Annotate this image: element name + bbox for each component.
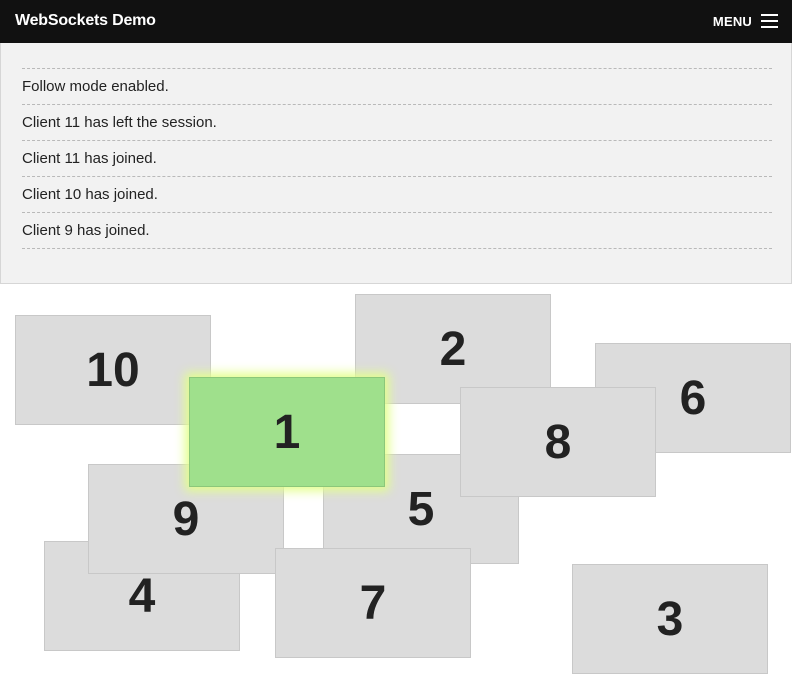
log-entry: Follow mode enabled.	[22, 69, 772, 105]
client-card-8[interactable]: 8	[460, 387, 656, 497]
client-card-3[interactable]: 3	[572, 564, 768, 674]
app-title: WebSockets Demo	[15, 12, 156, 29]
client-number: 1	[273, 405, 301, 459]
client-number: 3	[656, 592, 684, 646]
event-log-panel: Follow mode enabled. Client 11 has left …	[0, 43, 792, 284]
client-number: 10	[86, 343, 140, 397]
client-number: 2	[439, 322, 467, 376]
client-card-7[interactable]: 7	[275, 548, 471, 658]
top-bar: WebSockets Demo MENU	[0, 0, 792, 43]
client-number: 8	[544, 415, 572, 469]
client-number: 4	[128, 569, 156, 623]
log-entry: Client 11 has joined.	[22, 141, 772, 177]
client-number: 9	[172, 492, 200, 546]
client-number: 6	[679, 371, 707, 425]
log-entry: Client 9 has joined.	[22, 213, 772, 249]
menu-button[interactable]: MENU	[713, 11, 778, 31]
menu-label: MENU	[712, 13, 752, 29]
log-entry: Client 11 has left the session.	[22, 105, 772, 141]
client-stage: 10 2 6 5 8 4 9 1 7 3	[0, 284, 792, 681]
client-number: 7	[359, 576, 387, 630]
event-log-list: Follow mode enabled. Client 11 has left …	[22, 68, 772, 249]
client-card-10[interactable]: 10	[15, 315, 211, 425]
client-number: 5	[407, 482, 435, 536]
hamburger-icon	[761, 14, 778, 28]
log-entry: Client 10 has joined.	[22, 177, 772, 213]
client-card-1-active[interactable]: 1	[189, 377, 385, 487]
